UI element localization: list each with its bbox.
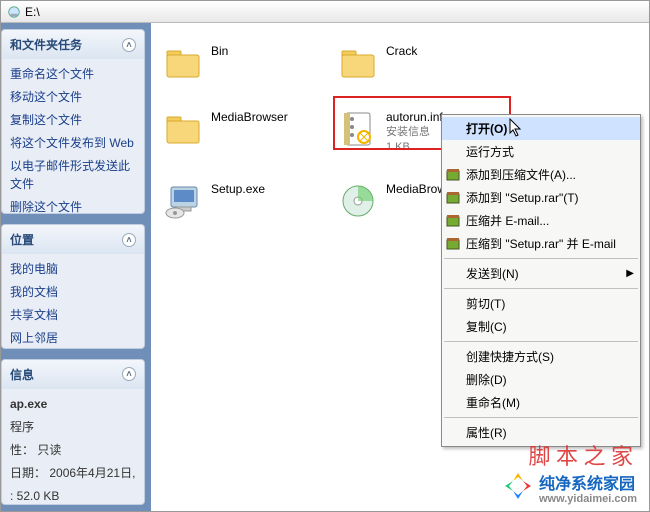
archive-icon [446, 237, 460, 251]
menu-rar-add[interactable]: 添加到压缩文件(A)... [442, 163, 640, 186]
menu-copy[interactable]: 复制(C) [442, 315, 640, 338]
details-header[interactable]: 信息 ˄ [2, 360, 144, 389]
details-body: ap.exe 程序 性： 只读 日期： 2006年4月21日, : 52.0 K… [2, 389, 144, 505]
folder-icon [338, 43, 378, 83]
detail-filename: ap.exe [10, 395, 136, 413]
places-header[interactable]: 位置 ˄ [2, 225, 144, 254]
chevron-up-icon[interactable]: ˄ [122, 233, 136, 247]
menu-cut[interactable]: 剪切(T) [442, 292, 640, 315]
tasks-header[interactable]: 和文件夹任务 ˄ [2, 30, 144, 59]
chevron-up-icon[interactable]: ˄ [122, 367, 136, 381]
item-label: MediaBrowser [211, 109, 288, 125]
address-path: E:\ [25, 5, 40, 19]
menu-separator [444, 258, 638, 259]
folder-icon [163, 43, 203, 83]
detail-date: 日期： 2006年4月21日, [10, 464, 136, 482]
folder-item[interactable]: Bin [159, 39, 334, 87]
task-pane: 和文件夹任务 ˄ 重命名这个文件 移动这个文件 复制这个文件 将这个文件发布到 … [1, 23, 151, 511]
places-panel: 位置 ˄ 我的电脑 我的文档 共享文档 网上邻居 [1, 224, 145, 349]
folder-item[interactable]: Crack [334, 39, 509, 87]
file-list[interactable]: Bin Crack MediaBrowser [151, 23, 649, 511]
menu-delete[interactable]: 删除(D) [442, 368, 640, 391]
archive-icon [446, 214, 460, 228]
item-label: Setup.exe [211, 181, 265, 197]
installer-icon [163, 181, 203, 221]
detail-filetype: 程序 [10, 418, 136, 436]
place-shared[interactable]: 共享文档 [10, 306, 136, 324]
item-label: Bin [211, 43, 228, 59]
details-panel: 信息 ˄ ap.exe 程序 性： 只读 日期： 2006年4月21日, : 5… [1, 359, 145, 505]
explorer-window: E:\ 和文件夹任务 ˄ 重命名这个文件 移动这个文件 复制这个文件 将这个文件… [0, 0, 650, 512]
disc-icon [338, 181, 378, 221]
place-network[interactable]: 网上邻居 [10, 329, 136, 347]
archive-icon [446, 168, 460, 182]
footer-brand: 纯净系统家园 www.yidaimei.com [503, 470, 637, 505]
menu-rar-named-email[interactable]: 压缩到 "Setup.rar" 并 E-mail [442, 232, 640, 255]
item-size: 1 KB [386, 140, 443, 155]
place-mydocs[interactable]: 我的文档 [10, 283, 136, 301]
tasks-panel: 和文件夹任务 ˄ 重命名这个文件 移动这个文件 复制这个文件 将这个文件发布到 … [1, 29, 145, 214]
window-body: 和文件夹任务 ˄ 重命名这个文件 移动这个文件 复制这个文件 将这个文件发布到 … [1, 23, 649, 511]
menu-rar-email[interactable]: 压缩并 E-mail... [442, 209, 640, 232]
detail-attr: 性： 只读 [10, 441, 136, 459]
menu-send-to[interactable]: 发送到(N)▶ [442, 262, 640, 285]
tasks-title: 和文件夹任务 [10, 36, 82, 53]
task-move[interactable]: 移动这个文件 [10, 88, 136, 106]
submenu-arrow-icon: ▶ [626, 268, 634, 279]
brand-text: 纯净系统家园 www.yidaimei.com [539, 470, 637, 505]
watermark-text: 脚 本 之 家 [528, 439, 633, 471]
inf-icon [338, 109, 378, 149]
task-copy[interactable]: 复制这个文件 [10, 111, 136, 129]
folder-item[interactable]: MediaBrowser [159, 105, 334, 159]
menu-rename[interactable]: 重命名(M) [442, 391, 640, 414]
task-publish[interactable]: 将这个文件发布到 Web [10, 134, 136, 152]
address-bar: E:\ [1, 1, 649, 23]
details-title: 信息 [10, 366, 34, 383]
item-sub: 安装信息 [386, 125, 443, 140]
task-delete[interactable]: 删除这个文件 [10, 198, 136, 214]
places-title: 位置 [10, 231, 34, 248]
menu-separator [444, 417, 638, 418]
menu-separator [444, 341, 638, 342]
file-item-setup[interactable]: Setup.exe [159, 177, 334, 225]
item-label: autorun.inf [386, 109, 443, 125]
menu-separator [444, 288, 638, 289]
archive-icon [446, 191, 460, 205]
folder-icon [163, 109, 203, 149]
task-rename[interactable]: 重命名这个文件 [10, 65, 136, 83]
item-label: Crack [386, 43, 417, 59]
task-email[interactable]: 以电子邮件形式发送此文件 [10, 157, 136, 193]
menu-run-as[interactable]: 运行方式 [442, 140, 640, 163]
places-body: 我的电脑 我的文档 共享文档 网上邻居 [2, 254, 144, 349]
brand-logo-icon [503, 471, 533, 504]
drive-icon [7, 5, 21, 19]
place-mycomputer[interactable]: 我的电脑 [10, 260, 136, 278]
chevron-up-icon[interactable]: ˄ [122, 38, 136, 52]
menu-rar-add-named[interactable]: 添加到 "Setup.rar"(T) [442, 186, 640, 209]
context-menu: 打开(O) 运行方式 添加到压缩文件(A)... 添加到 "Setup.rar"… [441, 114, 641, 447]
menu-open[interactable]: 打开(O) [442, 117, 640, 140]
menu-create-shortcut[interactable]: 创建快捷方式(S) [442, 345, 640, 368]
detail-size: : 52.0 KB [10, 487, 136, 505]
tasks-body: 重命名这个文件 移动这个文件 复制这个文件 将这个文件发布到 Web 以电子邮件… [2, 59, 144, 214]
